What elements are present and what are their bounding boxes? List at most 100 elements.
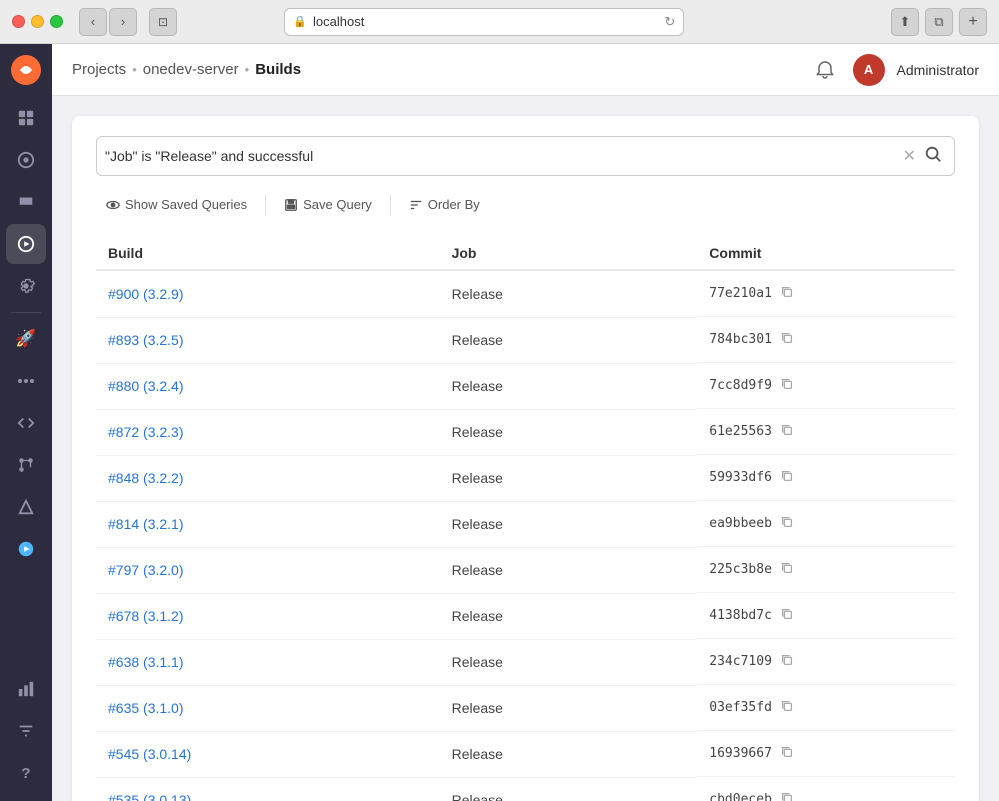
share-button[interactable]: ⬆ [891,8,919,36]
url-text: localhost [313,14,364,29]
clear-search-button[interactable]: ✕ [899,144,920,168]
copy-commit-button[interactable] [778,375,796,396]
copy-commit-button[interactable] [778,743,796,764]
sidebar-item-activebuilds[interactable] [6,529,46,569]
build-link[interactable]: #848 (3.2.2) [108,470,184,486]
main-content: Projects • onedev-server • Builds A Admi… [52,44,999,801]
copy-commit-button[interactable] [778,421,796,442]
breadcrumb-projects[interactable]: Projects [72,61,126,78]
breadcrumb-current: Builds [255,61,301,78]
copy-commit-button[interactable] [778,789,796,801]
table-row: #678 (3.1.2)Release4138bd7c [96,593,955,639]
app-body: 🚀 ? Proje [0,44,999,801]
builds-table: Build Job Commit #900 (3.2.9)Release77e2… [96,237,955,801]
sidebar-item-more[interactable] [6,361,46,401]
breadcrumb-project[interactable]: onedev-server [143,61,239,78]
copy-commit-button[interactable] [778,559,796,580]
toolbar-sep-1 [265,195,266,215]
sidebar-item-dashboard[interactable] [6,98,46,138]
build-cell: #893 (3.2.5) [96,317,440,363]
commit-cell: 4138bd7c [697,593,955,639]
back-button[interactable]: ‹ [79,8,107,36]
copy-commit-button[interactable] [778,467,796,488]
sidebar-item-filter[interactable] [6,711,46,751]
build-link[interactable]: #635 (3.1.0) [108,700,184,716]
table-row: #797 (3.2.0) Release 225c3b8e [96,547,955,593]
sidebar-item-pullrequest[interactable] [6,445,46,485]
admin-label[interactable]: Administrator [897,62,979,78]
titlebar: ‹ › ⊡ 🔒 localhost ↻ ⬆ ⧉ + [0,0,999,44]
search-button[interactable] [920,143,946,170]
sidebar-item-settings[interactable] [6,266,46,306]
col-header-job: Job [440,237,698,270]
sidebar-item-stats[interactable] [6,669,46,709]
reload-button[interactable]: ↻ [664,14,675,30]
commit-cell: 234c7109 [697,639,955,685]
sidebar-item-issues[interactable] [6,140,46,180]
build-link[interactable]: #880 (3.2.4) [108,378,184,394]
copy-commit-button[interactable] [778,283,796,304]
commit-hash: 4138bd7c [709,608,772,623]
sidebar-item-deploy[interactable] [6,487,46,527]
commit-hash: 225c3b8e [709,562,772,577]
close-button[interactable] [12,15,25,28]
build-cell: #638 (3.1.1) [96,639,440,685]
tab-manage-button[interactable]: ⧉ [925,8,953,36]
build-link[interactable]: #545 (3.0.14) [108,746,191,762]
search-input[interactable]: "Job" is "Release" and successful [105,148,899,164]
commit-cell: 784bc301 [697,317,955,363]
table-row: #900 (3.2.9)Release77e210a1 [96,270,955,317]
build-link[interactable]: #893 (3.2.5) [108,332,184,348]
commit-cell: 03ef35fd [697,685,955,731]
build-link[interactable]: #638 (3.1.1) [108,654,184,670]
job-cell: Release [440,547,698,593]
copy-commit-button[interactable] [778,329,796,350]
commit-hash: 7cc8d9f9 [709,378,772,393]
sidebar-item-help[interactable]: ? [6,753,46,793]
save-icon [284,198,298,212]
commit-hash: 59933df6 [709,470,772,485]
sidebar-item-builds[interactable] [6,224,46,264]
fullscreen-button[interactable] [50,15,63,28]
avatar[interactable]: A [853,54,885,86]
sidebar-item-milestones[interactable] [6,182,46,222]
copy-commit-button[interactable] [778,513,796,534]
page-content: "Job" is "Release" and successful ✕ Show… [52,96,999,801]
build-link[interactable]: #872 (3.2.3) [108,424,184,440]
job-cell: Release [440,777,698,801]
sidebar-toggle-button[interactable]: ⊡ [149,8,177,36]
sidebar-item-rocket[interactable]: 🚀 [6,319,46,359]
commit-hash: 61e25563 [709,424,772,439]
sidebar-item-code[interactable] [6,403,46,443]
new-tab-button[interactable]: + [959,8,987,36]
build-link[interactable]: #678 (3.1.2) [108,608,184,624]
copy-commit-button[interactable] [778,605,796,626]
sidebar-divider-1 [11,312,41,313]
copy-commit-button[interactable] [778,697,796,718]
save-query-button[interactable]: Save Query [274,192,382,217]
build-cell: #900 (3.2.9) [96,270,440,317]
url-bar[interactable]: 🔒 localhost ↻ [284,8,684,36]
job-cell: Release [440,363,698,409]
forward-button[interactable]: › [109,8,137,36]
copy-commit-button[interactable] [778,651,796,672]
job-cell: Release [440,685,698,731]
build-link[interactable]: #797 (3.2.0) [108,562,184,578]
job-cell: Release [440,409,698,455]
commit-cell: 59933df6 [697,455,955,501]
notifications-button[interactable] [809,54,841,86]
app-logo[interactable] [8,52,44,88]
order-by-button[interactable]: Order By [399,192,490,217]
build-cell: #848 (3.2.2) [96,455,440,501]
minimize-button[interactable] [31,15,44,28]
table-header: Build Job Commit [96,237,955,270]
sidebar: 🚀 ? [0,44,52,801]
commit-hash: 77e210a1 [709,286,772,301]
show-saved-queries-button[interactable]: Show Saved Queries [96,192,257,217]
build-link[interactable]: #900 (3.2.9) [108,286,184,302]
build-link[interactable]: #535 (3.0.13) [108,792,191,801]
build-link[interactable]: #814 (3.2.1) [108,516,184,532]
commit-hash: 234c7109 [709,654,772,669]
build-cell: #814 (3.2.1) [96,501,440,547]
commit-cell: 225c3b8e [697,547,955,593]
